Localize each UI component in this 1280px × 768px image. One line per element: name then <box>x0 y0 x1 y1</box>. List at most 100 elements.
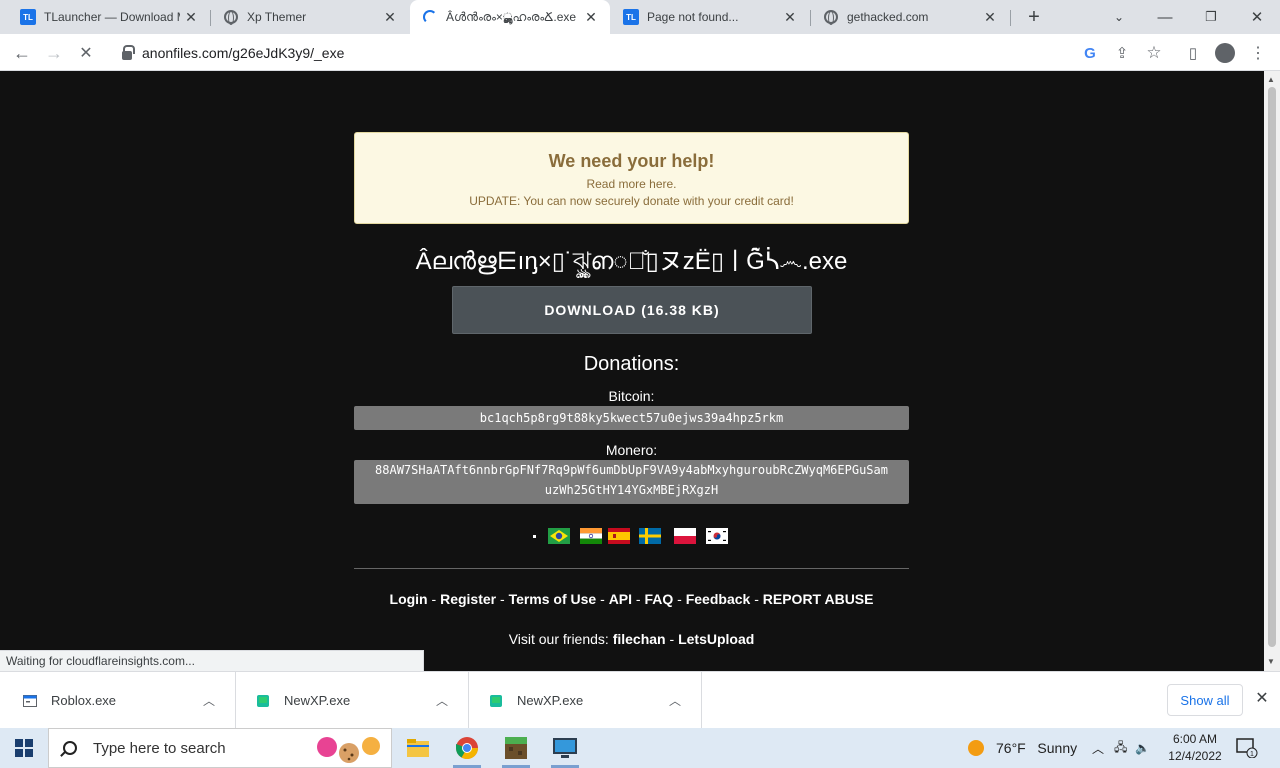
tab-title: TLauncher — Download M <box>44 10 180 24</box>
tab-title: Page not found... <box>647 10 739 24</box>
profile-avatar-icon[interactable] <box>1210 38 1240 68</box>
chevron-up-icon[interactable]: ︿ <box>432 692 452 709</box>
filechan-link[interactable]: filechan <box>613 631 666 647</box>
india-flag-icon[interactable] <box>580 528 602 544</box>
google-translate-icon[interactable]: G <box>1075 38 1105 68</box>
menu-dots-icon[interactable]: ⋮ <box>1243 38 1273 68</box>
monero-address-field[interactable]: 88AW7SHaATAft6nnbrGpFNf7Rq9pWf6umDbUpF9V… <box>354 460 909 504</box>
separator: - <box>496 591 509 607</box>
tab-gethacked[interactable]: gethacked.com ✕ <box>811 0 1009 34</box>
bitcoin-address-field[interactable]: bc1qch5p8rg9t88ky5kwect57u0ejws39a4hpz5r… <box>354 406 909 430</box>
separator: - <box>665 631 679 647</box>
taskbar-clock[interactable]: 6:00 AM 12/4/2022 <box>1160 731 1230 765</box>
help-heading: We need your help! <box>548 151 715 171</box>
download-item[interactable]: Roblox.exe ︿ <box>3 672 236 729</box>
scroll-up-arrow-icon[interactable]: ▲ <box>1267 75 1275 84</box>
close-tab-icon[interactable]: ✕ <box>379 6 401 28</box>
letsupload-link[interactable]: LetsUpload <box>678 631 754 647</box>
chevron-up-icon[interactable]: ︿ <box>199 692 219 709</box>
divider <box>354 568 909 569</box>
login-link[interactable]: Login <box>390 591 428 607</box>
close-shelf-icon[interactable]: ✕ <box>1252 688 1272 712</box>
spain-flag-icon[interactable] <box>608 528 630 544</box>
forward-arrow-icon[interactable]: → <box>39 38 69 68</box>
minecraft-taskbar-icon[interactable] <box>492 728 540 768</box>
register-link[interactable]: Register <box>440 591 496 607</box>
flag-english-dot[interactable] <box>533 535 536 538</box>
page-scrollbar[interactable]: ▲ ▼ <box>1264 71 1280 671</box>
chevron-up-icon[interactable]: ︿ <box>665 692 685 709</box>
tlauncher-icon: TL <box>20 9 36 25</box>
new-tab-button[interactable]: + <box>1011 0 1057 34</box>
poland-flag-icon[interactable] <box>674 528 696 544</box>
tlauncher-icon: TL <box>623 9 639 25</box>
minimize-button[interactable]: — <box>1142 0 1188 34</box>
footer-links: Login - Register - Terms of Use - API - … <box>354 591 909 607</box>
close-tab-icon[interactable]: ✕ <box>580 6 602 28</box>
system-tray: ︿ 🖧 🔈 <box>1092 728 1150 768</box>
faq-link[interactable]: FAQ <box>644 591 673 607</box>
sweden-flag-icon[interactable] <box>639 528 661 544</box>
restore-button[interactable]: ❐ <box>1188 0 1234 34</box>
tab-page-not-found[interactable]: TL Page not found... ✕ <box>611 0 809 34</box>
close-tab-icon[interactable]: ✕ <box>779 6 801 28</box>
search-highlight-cookies-icon[interactable] <box>311 733 387 765</box>
close-tab-icon[interactable]: ✕ <box>979 6 1001 28</box>
download-item[interactable]: NewXP.exe ︿ <box>469 672 702 729</box>
chevron-up-icon[interactable]: ︿ <box>1092 740 1104 757</box>
tab-tlauncher[interactable]: TL TLauncher — Download M ✕ <box>8 0 210 34</box>
sun-icon <box>968 740 984 756</box>
update-notice[interactable]: UPDATE: You can now securely donate with… <box>355 194 908 208</box>
show-all-button[interactable]: Show all <box>1167 684 1243 716</box>
close-window-button[interactable]: ✕ <box>1234 0 1280 34</box>
stop-loading-icon[interactable]: ✕ <box>71 38 101 68</box>
globe-icon <box>823 9 839 25</box>
api-link[interactable]: API <box>609 591 632 607</box>
separator: - <box>596 591 609 607</box>
remote-desktop-taskbar-icon[interactable] <box>541 728 589 768</box>
tab-search-chevron-icon[interactable]: ⌄ <box>1096 0 1142 34</box>
back-arrow-icon[interactable]: ← <box>7 38 37 68</box>
download-button[interactable]: DOWNLOAD (16.38 KB) <box>452 286 812 334</box>
separator: - <box>632 591 645 607</box>
tab-title: Xp Themer <box>247 10 307 24</box>
start-button[interactable] <box>0 728 48 768</box>
weather-condition: Sunny <box>1037 740 1078 756</box>
read-more-link[interactable]: Read more here. <box>355 177 908 191</box>
scroll-thumb[interactable] <box>1268 87 1276 647</box>
taskbar-search-box[interactable]: Type here to search <box>48 728 392 768</box>
scroll-down-arrow-icon[interactable]: ▼ <box>1267 657 1275 666</box>
chrome-taskbar-icon[interactable] <box>443 728 491 768</box>
side-panel-icon[interactable]: ▯ <box>1178 38 1208 68</box>
weather-widget[interactable]: 76°F Sunny <box>968 728 1077 768</box>
volume-icon[interactable]: 🔈 <box>1135 741 1150 755</box>
report-abuse-link[interactable]: REPORT ABUSE <box>763 591 874 607</box>
notification-center-icon[interactable]: 1 <box>1236 738 1258 758</box>
close-tab-icon[interactable]: ✕ <box>180 6 202 28</box>
file-explorer-icon[interactable] <box>394 728 442 768</box>
bookmark-star-icon[interactable]: ☆ <box>1139 38 1169 68</box>
share-icon[interactable]: ⇪ <box>1107 38 1137 68</box>
address-bar[interactable]: anonfiles.com/g26eJdK3y9/_exe <box>110 38 1110 68</box>
tab-title: gethacked.com <box>847 10 929 24</box>
url-text[interactable]: anonfiles.com/g26eJdK3y9/_exe <box>142 45 344 61</box>
feedback-link[interactable]: Feedback <box>686 591 751 607</box>
monero-label: Monero: <box>605 442 658 458</box>
search-placeholder: Type here to search <box>93 739 226 757</box>
tab-xp-themer[interactable]: Xp Themer ✕ <box>211 0 409 34</box>
brazil-flag-icon[interactable] <box>548 528 570 544</box>
korea-flag-icon[interactable] <box>706 528 728 544</box>
download-item[interactable]: NewXP.exe ︿ <box>236 672 469 729</box>
network-icon[interactable]: 🖧 <box>1114 738 1127 759</box>
terms-link[interactable]: Terms of Use <box>509 591 597 607</box>
tab-strip: TL TLauncher — Download M ✕ Xp Themer ✕ … <box>0 0 1280 34</box>
help-banner: We need your help! Read more here. UPDAT… <box>354 132 909 224</box>
donations-heading: Donations: <box>583 353 680 375</box>
tab-active-download[interactable]: Âൾൻൟ×⁠ൣൢഹ‌ൟՃ.exe ✕ <box>410 0 610 34</box>
file-name-heading: Âലൻഋ⋿ıᶇ×▯˙ঝৢৣഩ៍̐▯ヌzË▯ㅣĜ̃ᓵ෴.exe <box>415 248 848 275</box>
windows-taskbar: Type here to search 76°F Sunny ︿ 🖧 🔈 6:0… <box>0 728 1280 768</box>
lock-icon[interactable] <box>122 44 135 60</box>
monero-address-line: 88AW7SHaATAft6nnbrGpFNf7Rq9pWf6umDbUpF9V… <box>375 463 888 477</box>
language-flags <box>530 528 740 546</box>
tab-title: Âൾൻൟ×⁠ൣൢഹ‌ൟՃ.exe <box>446 9 577 24</box>
